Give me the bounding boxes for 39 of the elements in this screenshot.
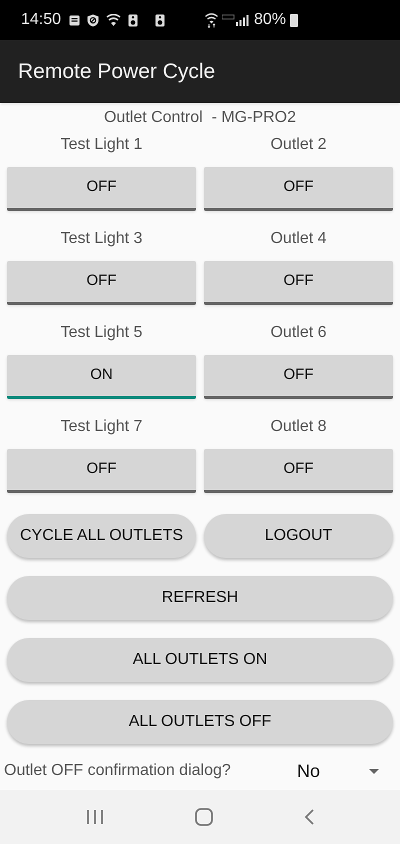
outlet-toggle[interactable]: OFF xyxy=(204,167,393,211)
outlet-toggle[interactable]: OFF xyxy=(204,449,393,493)
outlet-toggle[interactable]: OFF xyxy=(7,167,196,211)
outlet-label: Test Light 5 xyxy=(60,323,142,343)
outlet-toggle[interactable]: OFF xyxy=(204,261,393,305)
action-button[interactable]: ALL OUTLETS ON xyxy=(7,638,393,682)
outlet-label: Outlet 4 xyxy=(270,229,327,249)
section-heading: Outlet Control - MG-PRO2 xyxy=(104,109,296,126)
confirmation-dropdown[interactable]: No xyxy=(293,755,379,787)
outlet-label: Outlet 2 xyxy=(270,135,327,155)
outlet-toggle[interactable]: OFF xyxy=(7,261,196,305)
recent-apps-icon[interactable] xyxy=(86,809,104,825)
app-title: Remote Power Cycle xyxy=(18,58,216,85)
outlet-label: Test Light 7 xyxy=(60,417,142,437)
action-button[interactable]: REFRESH xyxy=(7,576,393,620)
outlet-label: Test Light 3 xyxy=(60,229,142,249)
shield-icon xyxy=(87,14,100,26)
battery-percent: 80% xyxy=(254,10,286,30)
dropdown-caret-icon xyxy=(369,768,379,774)
action-button[interactable]: LOGOUT xyxy=(204,514,393,558)
back-icon[interactable] xyxy=(304,809,314,825)
message-icon xyxy=(69,14,80,26)
battery-icon xyxy=(290,14,298,26)
signal-icon xyxy=(222,14,250,26)
speaker-icon xyxy=(155,14,166,26)
action-button[interactable]: CYCLE ALL OUTLETS xyxy=(7,514,196,558)
outlet-label: Test Light 1 xyxy=(60,135,142,155)
outlet-label: Outlet 8 xyxy=(270,417,327,437)
speaker-icon xyxy=(128,14,138,26)
home-icon[interactable] xyxy=(194,808,213,826)
wifi-icon xyxy=(204,12,218,28)
outlet-toggle[interactable]: OFF xyxy=(7,449,196,493)
wifi-shield-icon xyxy=(106,14,122,26)
status-time: 14:50 xyxy=(21,10,62,30)
action-button[interactable]: ALL OUTLETS OFF xyxy=(7,700,393,744)
outlet-label: Outlet 6 xyxy=(270,323,327,343)
outlet-toggle[interactable]: ON xyxy=(7,355,196,399)
outlet-toggle[interactable]: OFF xyxy=(204,355,393,399)
setting-label: Outlet OFF confirmation dialog? xyxy=(4,761,231,781)
